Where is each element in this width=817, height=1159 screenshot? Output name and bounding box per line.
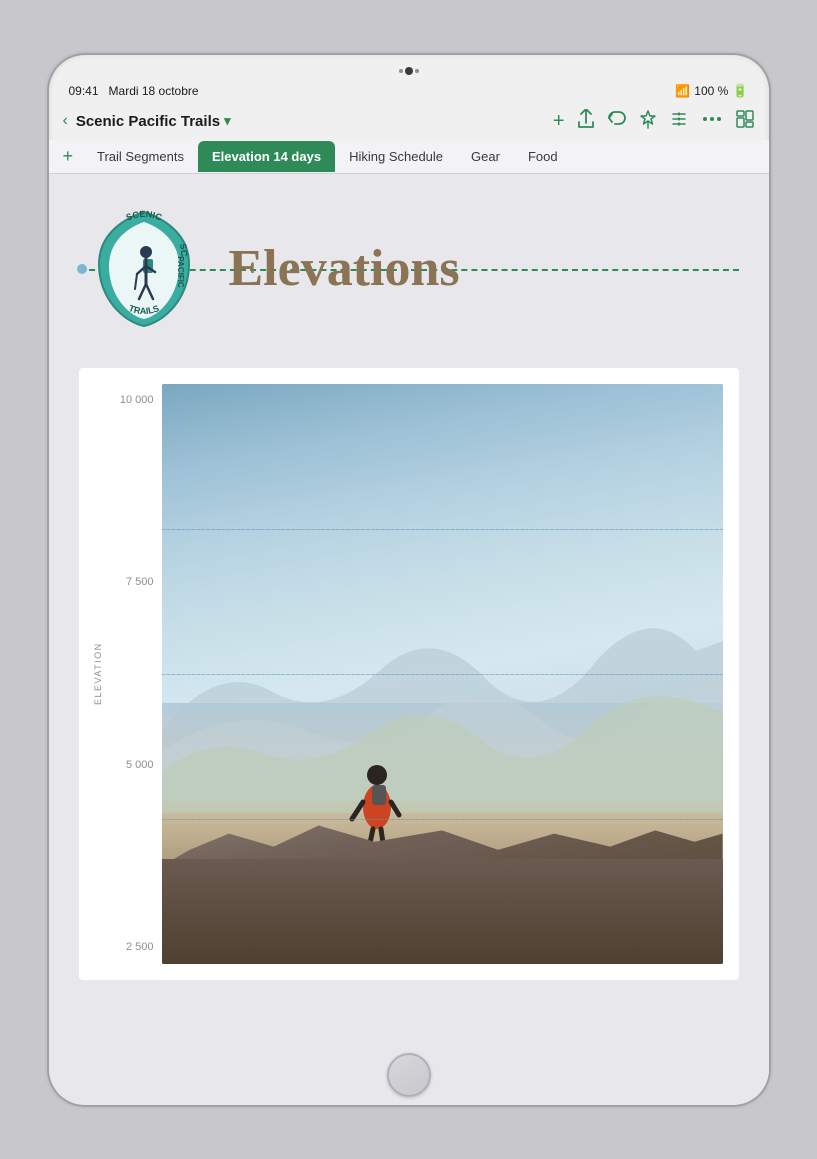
cliff-base [162,859,723,963]
status-time: 09:41 Mardi 18 octobre [69,84,199,98]
camera-dot [405,67,413,75]
date-display: Mardi 18 octobre [109,84,199,98]
battery-label: 100 % [694,84,728,98]
tab-bar: + Trail Segments Elevation 14 days Hikin… [49,140,769,174]
ipad-device: 09:41 Mardi 18 octobre 📶 100 % 🔋 ‹ Sceni… [49,55,769,1105]
document-title: Scenic Pacific Trails ▾ [76,113,231,130]
y-label-2500: 2 500 [107,941,162,953]
title-text: Scenic Pacific Trails [76,113,220,130]
share-button[interactable] [577,109,595,134]
y-label-5000: 5 000 [107,759,162,771]
toolbar-actions: + [553,109,755,134]
mid-mountains [162,653,723,813]
status-bar: 09:41 Mardi 18 octobre 📶 100 % 🔋 [49,55,769,103]
time-display: 09:41 [69,84,99,98]
home-button-area [49,1045,769,1105]
tab-food[interactable]: Food [514,141,572,172]
tab-elevation-14-days[interactable]: Elevation 14 days [198,141,335,172]
format-button[interactable] [669,111,689,132]
page-header: SCENIC SCENIC PACIFIC TRAILS [79,194,739,344]
sheets-button[interactable] [735,109,755,134]
pin-button[interactable] [639,109,657,134]
main-content: SCENIC SCENIC PACIFIC TRAILS [49,174,769,1045]
logo: SCENIC SCENIC PACIFIC TRAILS [79,204,209,334]
add-sheet-button[interactable]: + [53,140,84,173]
chart-photo-area[interactable] [162,384,723,964]
add-button[interactable]: + [553,110,565,133]
wifi-icon: 📶 [675,84,690,98]
tab-gear[interactable]: Gear [457,141,514,172]
battery-icon: 🔋 [732,83,748,99]
title-chevron[interactable]: ▾ [224,113,231,129]
tab-hiking-schedule[interactable]: Hiking Schedule [335,141,457,172]
undo-button[interactable] [607,110,627,133]
elevation-chart: ELEVATION 10 000 7 500 5 000 2 500 [79,368,739,980]
home-button[interactable] [387,1053,431,1097]
mountain-photo [162,384,723,964]
back-button[interactable]: ‹ [63,112,68,130]
y-label-10000: 10 000 [107,394,162,406]
tab-trail-segments[interactable]: Trail Segments [83,141,198,172]
nav-bar: ‹ Scenic Pacific Trails ▾ + [49,103,769,140]
more-button[interactable] [701,111,723,131]
svg-text:PACIFIC: PACIFIC [176,256,185,288]
status-indicators: 📶 100 % 🔋 [675,83,748,99]
y-axis-label: ELEVATION [89,384,107,964]
y-label-7500: 7 500 [107,576,162,588]
page-title: Elevations [229,239,460,298]
